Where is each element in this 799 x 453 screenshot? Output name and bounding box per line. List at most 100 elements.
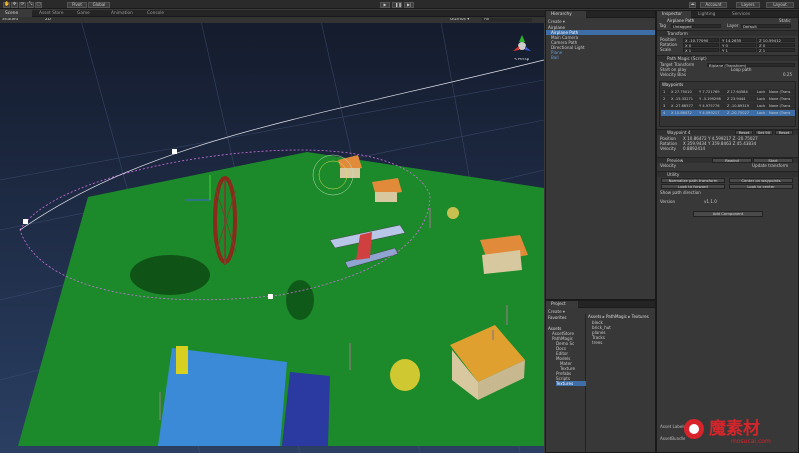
waypoint-cell[interactable]: Z -10.89319 <box>727 103 749 109</box>
layout-dropdown[interactable]: Layout <box>766 1 794 8</box>
play-button[interactable]: ▶ <box>380 1 390 8</box>
reset-button[interactable]: Reset <box>735 129 753 135</box>
pivot-button[interactable]: Pivot <box>67 1 87 8</box>
show-path-direction-toggle[interactable]: Show path direction <box>660 190 701 195</box>
gizmos-dropdown[interactable]: Gizmos ▾ <box>450 18 469 22</box>
waypoint-cell[interactable]: X -15.33271 <box>671 96 693 102</box>
move-tool-icon[interactable]: ✥ <box>11 1 18 8</box>
tab-scene[interactable]: Scene <box>0 10 32 17</box>
utility-header[interactable]: Utility <box>657 171 798 177</box>
normalize-path-button[interactable]: Normalize path transform <box>661 178 725 183</box>
rotation-x-field[interactable]: X 0 <box>683 42 719 47</box>
tab-lighting[interactable]: Lighting <box>693 11 727 18</box>
rotation-y-field[interactable]: Y 0 <box>720 42 756 47</box>
global-button[interactable]: Global <box>88 1 110 8</box>
shading-mode-dropdown[interactable]: Shaded <box>2 18 18 22</box>
look-to-center-button[interactable]: Look to center <box>729 184 793 189</box>
waypoint-cell[interactable]: None (Trans <box>769 103 790 109</box>
update-transform-toggle[interactable]: Update transform <box>752 163 788 168</box>
look-to-forward-button[interactable]: Look to forward <box>661 184 725 189</box>
tab-asset-store[interactable]: Asset Store <box>34 10 72 17</box>
velocity-bias-field[interactable]: 0.25 <box>783 72 792 77</box>
transform-header[interactable]: Transform <box>657 30 798 36</box>
persp-label: <Persp <box>514 58 530 62</box>
path-magic-header[interactable]: Path Magic (Script) <box>657 55 798 61</box>
reset-button[interactable]: Reset <box>775 129 793 135</box>
position-x-field[interactable]: X -10.77090 <box>683 37 719 42</box>
2d-toggle[interactable]: 2D <box>45 18 51 22</box>
static-toggle[interactable]: Static <box>779 18 791 23</box>
hand-tool-icon[interactable]: ✋ <box>3 1 10 8</box>
file-item[interactable]: trees <box>592 340 602 345</box>
hierarchy-item[interactable]: Ball <box>551 55 559 60</box>
project-breadcrumb[interactable]: Assets ▸ PathMagic ▸ Textures <box>588 314 649 319</box>
wp-velocity-field[interactable]: 0.8892414 <box>683 146 705 151</box>
tab-project[interactable]: Project <box>546 301 578 308</box>
pause-button[interactable]: ❚❚ <box>392 1 402 8</box>
tab-hierarchy[interactable]: Hierarchy <box>546 11 586 18</box>
waypoint-cell[interactable]: Y 4.599217 <box>699 110 720 116</box>
set-90-button[interactable]: Set 90 <box>755 129 773 135</box>
asset-bundle-label: AssetBundle <box>660 436 686 441</box>
start-button[interactable]: Start <box>753 157 793 163</box>
object-name-field[interactable]: Airplane Path <box>667 18 694 23</box>
rewind-button[interactable]: Rewind <box>712 157 752 163</box>
rotation-z-field[interactable]: Z 0 <box>757 42 795 47</box>
scene-search-input[interactable]: All <box>482 18 532 23</box>
waypoint-cell[interactable]: Z -20.75027 <box>727 110 749 116</box>
tab-game[interactable]: Game <box>72 10 106 17</box>
waypoint-cell[interactable]: Lock <box>757 103 765 109</box>
layer-dropdown[interactable]: Default <box>741 23 791 28</box>
version-label: Version <box>660 199 676 204</box>
rect-tool-icon[interactable]: ▢ <box>35 1 42 8</box>
waypoint-cell[interactable]: X 10.86472 <box>671 110 692 116</box>
tree-item[interactable]: Textures <box>556 381 586 386</box>
waypoint-cell[interactable]: Y -3.199298 <box>699 96 721 102</box>
tab-inspector[interactable]: Inspector <box>657 11 691 18</box>
waypoint-cell[interactable]: Lock <box>757 110 765 116</box>
scale-x-field[interactable]: X 1 <box>683 47 719 52</box>
waypoint-cell[interactable]: None (Trans <box>769 89 790 95</box>
scale-z-field[interactable]: Z 1 <box>757 47 795 52</box>
favorites-folder[interactable]: Favorites <box>548 315 567 320</box>
waypoint-row[interactable]: 1 X 27.75010 Y 7.721769 Z 17.64584 Lock None … <box>661 89 795 95</box>
waypoint-row[interactable]: 4 X 10.86472 Y 4.599217 Z -20.75027 Lock None… <box>661 110 795 116</box>
scale-tool-icon[interactable]: ⤡ <box>27 1 34 8</box>
waypoint-cell[interactable]: 2 <box>663 96 665 102</box>
position-y-field[interactable]: Y 14.2635 <box>720 37 756 42</box>
waypoint-cell[interactable]: 1 <box>663 89 665 95</box>
cloud-icon[interactable]: ☁ <box>689 1 696 8</box>
tab-animation[interactable]: Animation <box>106 10 142 17</box>
center-on-waypoints-button[interactable]: Center on waypoints <box>729 178 793 183</box>
position-z-field[interactable]: Z 10.59412 <box>757 37 795 42</box>
watermark-url: mosucai.com <box>731 438 771 445</box>
tab-console[interactable]: Console <box>142 10 176 17</box>
waypoint-cell[interactable]: X 27.75010 <box>671 89 692 95</box>
preview-velocity-label: Velocity <box>660 163 677 168</box>
waypoint-cell[interactable]: 3 <box>663 103 665 109</box>
waypoint-cell[interactable]: None (Trans <box>769 96 790 102</box>
waypoint-cell[interactable]: X -27.86577 <box>671 103 693 109</box>
waypoint-cell[interactable]: 4 <box>663 110 665 116</box>
waypoint-cell[interactable]: Lock <box>757 89 765 95</box>
waypoint-row[interactable]: 3 X -27.86577 Y 4.975776 Z -10.89319 Lock Non… <box>661 103 795 109</box>
rotate-tool-icon[interactable]: ⟳ <box>19 1 26 8</box>
waypoint-cell[interactable]: Y 7.721769 <box>699 89 720 95</box>
waypoint-row[interactable]: 2 X -15.33271 Y -3.199298 Z 23.9444 Lock None… <box>661 96 795 102</box>
scene-tabbar: Scene Asset Store Game Animation Console <box>0 10 545 17</box>
layers-dropdown[interactable]: Layers <box>736 1 760 8</box>
account-dropdown[interactable]: Account <box>700 1 727 8</box>
waypoint-cell[interactable]: Y 4.975776 <box>699 103 720 109</box>
waypoint-cell[interactable]: None (Trans <box>769 110 790 116</box>
tag-dropdown[interactable]: Untagged <box>671 23 721 28</box>
hierarchy-create-button[interactable]: Create ▾ <box>548 19 565 24</box>
step-button[interactable]: ▶| <box>404 1 414 8</box>
waypoint-cell[interactable]: Lock <box>757 96 765 102</box>
orientation-gizmo-icon[interactable]: <Persp <box>510 32 534 64</box>
scale-y-field[interactable]: Y 1 <box>720 47 756 52</box>
waypoint-cell[interactable]: Z 23.9444 <box>727 96 745 102</box>
waypoint-cell[interactable]: Z 17.64584 <box>727 89 748 95</box>
scene-view[interactable]: <Persp <box>0 17 544 453</box>
tab-services[interactable]: Services <box>727 11 761 18</box>
add-component-button[interactable]: Add Component <box>693 211 763 217</box>
